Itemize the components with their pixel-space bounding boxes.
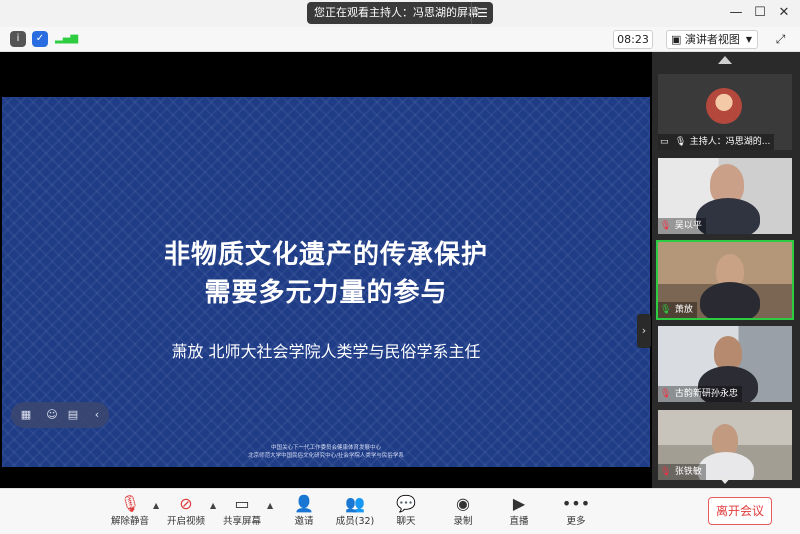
chevron-down-icon: ▼ — [745, 35, 752, 44]
meeting-toolbar: 🎙 解除静音 ▲ ⊘ 开启视频 ▲ ▭ 共享屏幕 ▲ 👤 邀请 👥 成员(32)… — [0, 488, 800, 534]
screen-share-notice[interactable]: 您正在观看主持人：冯思湖的屏幕 ☰ — [307, 2, 493, 24]
start-video-label: 开启视频 — [166, 516, 205, 527]
chat-icon: 💬 — [396, 494, 416, 513]
participant-name: 古韵新研孙永忠 — [674, 389, 738, 399]
shield-icon[interactable]: ✓ — [32, 31, 48, 47]
chevron-left-icon[interactable]: ‹ — [89, 407, 105, 423]
annotation-toolbar: ▦ ☺ ▤ ‹ — [11, 402, 109, 428]
share-screen-button[interactable]: ▭ 共享屏幕 — [216, 493, 268, 533]
fullscreen-icon[interactable]: ⤢ — [771, 30, 790, 49]
mic-muted-icon: 🎙 — [660, 221, 672, 231]
slide-footer-line1: 中国关心下一代工作委员会健康体育发展中心 — [270, 445, 381, 451]
participant-name: 主持人：冯思湖的... — [689, 137, 771, 147]
unmute-label: 解除静音 — [110, 516, 149, 527]
grid-icon[interactable]: ▦ — [18, 407, 34, 423]
view-mode-label: 演讲者视图 — [684, 33, 740, 46]
participant-tile[interactable]: 🎙 古韵新研孙永忠 — [658, 326, 792, 402]
start-video-button[interactable]: ⊘ 开启视频 — [160, 493, 212, 533]
participant-tile[interactable]: 🎙 吴以平 — [658, 158, 792, 234]
live-button[interactable]: ▶ 直播 — [493, 493, 545, 533]
unmute-button[interactable]: 🎙 解除静音 — [104, 493, 156, 533]
share-notice-text: 您正在观看主持人：冯思湖的屏幕 — [314, 6, 479, 19]
share-options-caret-icon[interactable]: ▲ — [267, 501, 273, 510]
slide-speaker: 萧放 北师大社会学院人类学与民俗学系主任 — [171, 342, 481, 361]
slide-title-line1: 非物质文化遗产的传承保护 — [163, 240, 488, 270]
record-label: 录制 — [453, 516, 473, 527]
mic-icon: 🎙 — [660, 305, 672, 315]
meeting-window: 您正在观看主持人：冯思湖的屏幕 ☰ — ☐ ✕ i ✓ ▂▄▆ 08:23 ▣ … — [0, 0, 800, 534]
avatar — [706, 88, 742, 124]
comment-icon[interactable]: ▤ — [65, 407, 81, 423]
close-icon[interactable]: ✕ — [775, 4, 793, 22]
mic-icon: 🎙 — [674, 137, 687, 147]
view-mode-select[interactable]: ▣ 演讲者视图 ▼ — [666, 30, 758, 49]
participant-name: 吴以平 — [674, 221, 702, 231]
minimize-icon[interactable]: — — [727, 4, 745, 22]
leave-meeting-button[interactable]: 离开会议 — [708, 497, 772, 525]
live-label: 直播 — [509, 516, 529, 527]
mute-options-caret-icon[interactable]: ▲ — [153, 501, 159, 510]
screen-share-icon: ▭ — [660, 137, 669, 147]
chat-label: 聊天 — [396, 516, 416, 527]
video-off-icon: ⊘ — [179, 494, 193, 513]
members-icon: 👥 — [345, 494, 365, 513]
participant-panel: ▭ 🎙 主持人：冯思湖的... 🎙 吴以平 🎙 萧放 🎙 古韵新研孙永忠 🎙 张… — [652, 52, 800, 488]
participant-name: 张铁敏 — [674, 467, 702, 477]
share-screen-label: 共享屏幕 — [222, 516, 261, 527]
panel-toggle-chevron-right-icon[interactable]: › — [637, 314, 651, 348]
invite-label: 邀请 — [294, 516, 314, 527]
menu-icon[interactable]: ☰ — [471, 2, 493, 24]
share-screen-icon: ▭ — [234, 494, 250, 513]
chat-button[interactable]: 💬 聊天 — [380, 493, 432, 533]
invite-button[interactable]: 👤 邀请 — [278, 493, 330, 533]
scroll-down-icon[interactable] — [718, 476, 732, 484]
mic-muted-icon: 🎙 — [660, 467, 672, 477]
participant-tile[interactable]: ▭ 🎙 主持人：冯思湖的... — [658, 74, 792, 150]
maximize-icon[interactable]: ☐ — [751, 4, 769, 22]
scroll-up-icon[interactable] — [718, 56, 732, 64]
slide-title-line2: 需要多元力量的参与 — [204, 278, 448, 308]
members-button[interactable]: 👥 成员(32) — [329, 493, 381, 533]
participant-tile[interactable]: 🎙 张铁敏 — [658, 410, 792, 480]
live-stream-icon: ▶ — [512, 494, 526, 513]
emoji-icon[interactable]: ☺ — [44, 407, 60, 423]
more-label: 更多 — [566, 516, 586, 527]
members-label: 成员(32) — [335, 516, 375, 527]
slide-footer-line2: 北京师范大学中国民俗文化研究中心/社会学院人类学与民俗学系 — [248, 453, 404, 459]
more-button[interactable]: ••• 更多 — [550, 493, 602, 533]
mic-muted-icon: 🎙 — [119, 494, 141, 513]
participant-tile-active[interactable]: 🎙 萧放 — [656, 240, 794, 320]
participant-name: 萧放 — [674, 305, 693, 315]
meeting-timer: 08:23 — [613, 30, 653, 49]
record-icon: ◉ — [456, 494, 470, 513]
record-button[interactable]: ◉ 录制 — [437, 493, 489, 533]
add-user-icon: 👤 — [294, 494, 314, 513]
info-icon[interactable]: i — [10, 31, 26, 47]
info-bar: i ✓ ▂▄▆ 08:23 ▣ 演讲者视图 ▼ ⤢ — [0, 27, 800, 52]
more-icon: ••• — [561, 494, 591, 513]
participant-video — [714, 336, 742, 370]
signal-icon[interactable]: ▂▄▆ — [55, 31, 78, 47]
title-bar: 您正在观看主持人：冯思湖的屏幕 ☰ — ☐ ✕ — [0, 0, 800, 27]
mic-muted-icon: 🎙 — [660, 389, 672, 399]
layout-icon: ▣ — [671, 33, 682, 46]
shared-screen: 非物质文化遗产的传承保护 需要多元力量的参与 萧放 北师大社会学院人类学与民俗学… — [0, 52, 652, 488]
